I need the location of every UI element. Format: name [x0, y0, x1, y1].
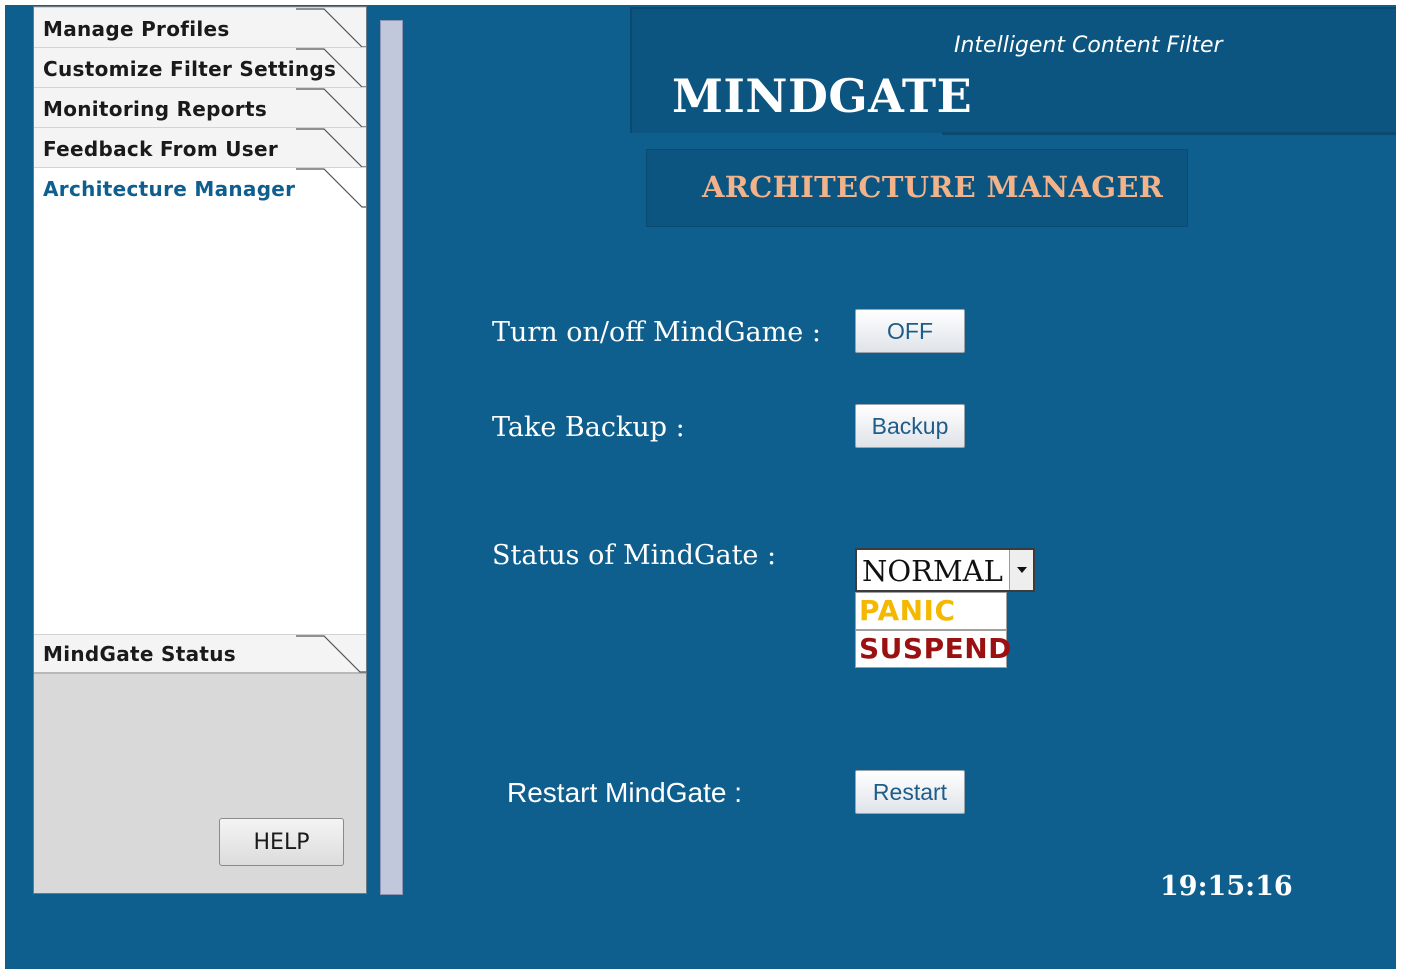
backup-button[interactable]: Backup	[855, 404, 965, 448]
toggle-off-button[interactable]: OFF	[855, 309, 965, 353]
restart-label: Restart MindGate :	[507, 777, 742, 808]
status-select[interactable]: NORMAL	[855, 548, 1035, 592]
header-banner: Intelligent Content Filter MINDGATE	[630, 7, 1396, 135]
section-header: ARCHITECTURE MANAGER	[646, 149, 1188, 227]
nav-customize-filter-settings[interactable]: Customize Filter Settings	[34, 47, 366, 88]
app-tagline: Intelligent Content Filter	[954, 33, 1223, 58]
tab-edge-decoration	[296, 8, 366, 48]
tab-edge-decoration	[296, 635, 366, 673]
nav-label: Monitoring Reports	[43, 97, 268, 121]
tab-edge-decoration	[296, 128, 366, 168]
help-button[interactable]: HELP	[219, 818, 344, 866]
nav-label: Architecture Manager	[43, 177, 296, 201]
app-window: Manage Profiles Customize Filter Setting…	[5, 5, 1396, 969]
clock: 19:15:16	[1160, 871, 1293, 902]
nav-manage-profiles[interactable]: Manage Profiles	[34, 7, 366, 48]
nav-architecture-manager[interactable]: Architecture Manager	[34, 167, 366, 208]
option-label: PANIC	[859, 594, 956, 627]
nav-label: Feedback From User	[43, 137, 278, 161]
mindgate-status-tab[interactable]: MindGate Status	[34, 634, 366, 674]
status-panel: HELP	[34, 674, 366, 893]
tab-edge-decoration	[296, 168, 366, 208]
status-label: Status of MindGate :	[492, 540, 777, 571]
status-selected-value: NORMAL	[862, 554, 1003, 588]
tab-edge-decoration	[296, 88, 366, 128]
nav-label: Customize Filter Settings	[43, 57, 337, 81]
panel-divider	[380, 20, 403, 895]
nav-feedback-from-user[interactable]: Feedback From User	[34, 127, 366, 168]
option-label: SUSPEND	[859, 632, 1012, 665]
tab-edge-decoration	[296, 48, 366, 88]
status-tab-label: MindGate Status	[43, 642, 236, 666]
section-title: ARCHITECTURE MANAGER	[702, 170, 1164, 204]
toggle-label: Turn on/off MindGame :	[492, 317, 821, 348]
nav-label: Manage Profiles	[43, 17, 230, 41]
sidebar: Manage Profiles Customize Filter Setting…	[33, 6, 367, 894]
status-option-suspend[interactable]: SUSPEND	[855, 630, 1011, 668]
nav-monitoring-reports[interactable]: Monitoring Reports	[34, 87, 366, 128]
restart-button[interactable]: Restart	[855, 770, 965, 814]
backup-label: Take Backup :	[492, 412, 685, 443]
dropdown-arrow-icon[interactable]	[1009, 550, 1033, 590]
app-title: MINDGATE	[672, 69, 973, 123]
status-option-panic[interactable]: PANIC	[855, 592, 1007, 630]
